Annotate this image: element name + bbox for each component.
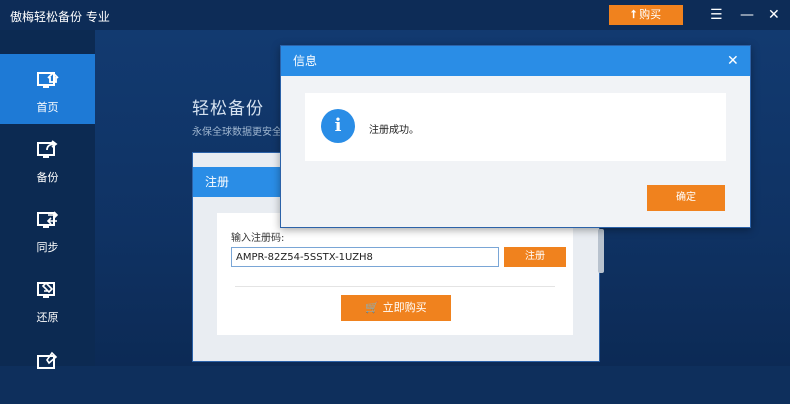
register-code-input[interactable] — [231, 247, 499, 267]
page-subtitle: 永保全球数据更安全 — [192, 127, 282, 138]
sidebar-item-label: 同步 — [36, 241, 59, 254]
buy-now-label: 立即购买 — [382, 301, 427, 314]
sidebar-item-home[interactable]: 首页 — [0, 54, 95, 124]
page-title: 轻松备份 — [192, 99, 264, 119]
tools-monitor-icon — [37, 351, 58, 369]
register-button[interactable]: 注册 — [504, 247, 566, 267]
info-icon: i — [321, 109, 355, 143]
info-message: 注册成功。 — [369, 125, 419, 136]
buy-button[interactable]: ⭡ 购买 — [609, 5, 683, 25]
sidebar-item-label: 备份 — [36, 171, 59, 184]
close-icon[interactable]: ✕ — [768, 6, 780, 24]
sidebar-item-label: 首页 — [36, 101, 59, 114]
sidebar-item-label: 还原 — [36, 311, 59, 324]
register-panel: 输入注册码: 注册 🛒 立即购买 — [217, 213, 573, 335]
sidebar-item-backup[interactable]: 备份 — [0, 124, 95, 194]
minimize-icon[interactable]: — — [740, 6, 754, 24]
sidebar-item-restore[interactable]: 还原 — [0, 264, 95, 334]
app-title: 傲梅轻松备份 专业 — [10, 10, 110, 24]
info-dialog: 信息 ✕ i 注册成功。 确定 — [280, 45, 751, 228]
title-bar: 傲梅轻松备份 专业 ⭡ 购买 ☰ — ✕ — [0, 0, 790, 30]
sidebar-item-sync[interactable]: 同步 — [0, 194, 95, 264]
code-label: 输入注册码: — [231, 233, 285, 244]
sync-monitor-icon — [37, 211, 59, 228]
scrollbar[interactable] — [598, 229, 604, 273]
sidebar: 首页 备份 同步 还原 — [0, 30, 95, 369]
sidebar-item-tools[interactable] — [0, 334, 95, 404]
info-dialog-title: 信息 — [293, 54, 318, 68]
home-monitor-icon — [37, 71, 59, 88]
restore-monitor-icon — [37, 281, 55, 298]
cart-icon: 🛒 — [365, 301, 380, 314]
close-icon[interactable]: ✕ — [727, 53, 739, 69]
info-message-panel: i 注册成功。 — [305, 93, 726, 161]
buy-button-label: 购买 — [639, 8, 662, 21]
upload-arrow-icon: ⭡ — [630, 8, 637, 21]
backup-monitor-icon — [37, 140, 58, 158]
menu-icon[interactable]: ☰ — [710, 6, 723, 24]
info-dialog-header: 信息 ✕ — [281, 46, 750, 76]
ok-button[interactable]: 确定 — [647, 185, 725, 211]
buy-now-button[interactable]: 🛒 立即购买 — [341, 295, 451, 321]
divider — [235, 286, 555, 287]
